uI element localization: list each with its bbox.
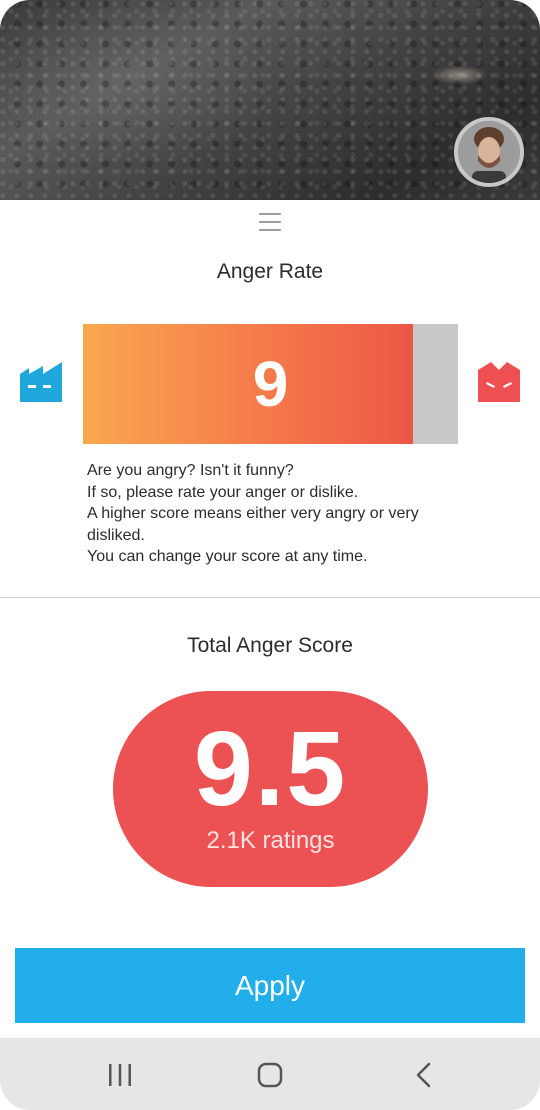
rating-description: Are you angry? Isn't it funny? If so, pl… [87, 460, 467, 568]
description-line: A higher score means either very angry o… [87, 505, 419, 544]
header-photo [0, 0, 540, 200]
total-score-title: Total Anger Score [187, 634, 353, 657]
home-icon[interactable] [250, 1060, 290, 1090]
app-screen: Anger Rate 9 Are you angry? Isn't it fun… [0, 0, 540, 1110]
avatar-portrait [458, 121, 520, 183]
anger-rate-value: 9 [252, 348, 289, 420]
calm-face-icon [19, 360, 63, 402]
ratings-count: 2.1K ratings [206, 827, 335, 854]
back-chevron-icon[interactable] [404, 1060, 444, 1090]
total-score-badge: 9.5 2.1K ratings [113, 691, 428, 887]
user-avatar-icon[interactable] [454, 117, 524, 187]
total-score-value: 9.5 [193, 710, 348, 828]
apply-button[interactable]: Apply [15, 948, 525, 1023]
section-divider [0, 597, 540, 598]
recent-apps-icon[interactable] [100, 1060, 140, 1090]
anger-rate-title: Anger Rate [216, 260, 324, 283]
system-nav-bar [0, 1038, 540, 1110]
hamburger-icon[interactable] [259, 213, 281, 233]
angry-face-icon [477, 360, 521, 402]
description-line: You can change your score at any time. [87, 548, 368, 565]
anger-rate-slider[interactable]: 9 [83, 324, 458, 444]
description-line: If so, please rate your anger or dislike… [87, 483, 359, 501]
description-line: Are you angry? Isn't it funny? [87, 462, 294, 479]
